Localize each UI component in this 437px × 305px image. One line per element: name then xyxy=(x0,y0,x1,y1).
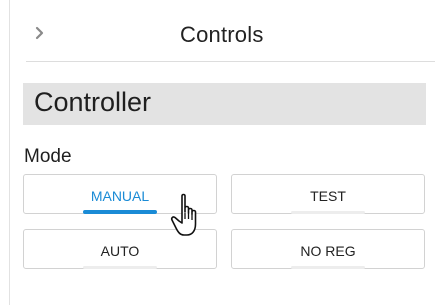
active-indicator xyxy=(83,210,157,214)
mode-button-label: MANUAL xyxy=(90,188,150,204)
mode-button-label: NO REG xyxy=(300,243,356,259)
mode-button-manual[interactable]: MANUAL xyxy=(23,174,217,214)
inactive-indicator xyxy=(291,211,365,214)
header-divider xyxy=(26,61,435,62)
section-title: Controller xyxy=(34,87,152,117)
inactive-indicator xyxy=(83,266,157,269)
mode-button-no-reg[interactable]: NO REG xyxy=(231,229,425,269)
panel-header: Controls xyxy=(10,0,437,60)
section-header: Controller xyxy=(23,83,426,125)
mode-button-auto[interactable]: AUTO xyxy=(23,229,217,269)
chevron-right-icon[interactable] xyxy=(34,26,46,40)
mode-button-label: AUTO xyxy=(100,243,140,259)
mode-label: Mode xyxy=(24,146,72,167)
mode-button-label: TEST xyxy=(310,188,346,204)
inactive-indicator xyxy=(291,266,365,269)
panel-title: Controls xyxy=(180,22,264,47)
mode-button-test[interactable]: TEST xyxy=(231,174,425,214)
